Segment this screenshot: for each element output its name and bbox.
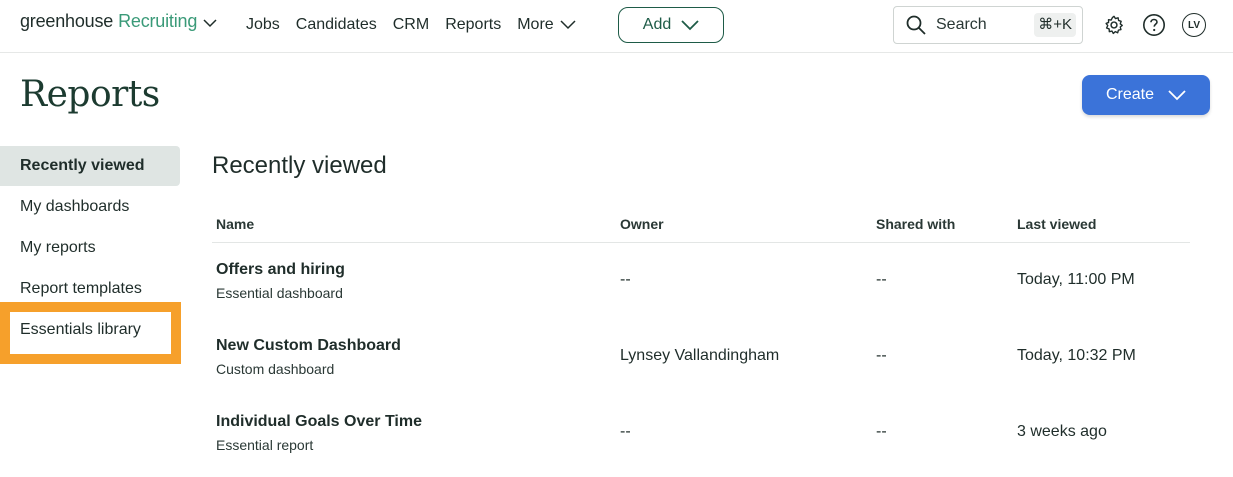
row-shared-with: -- [876, 347, 887, 364]
column-header-shared-with[interactable]: Shared with [876, 216, 955, 232]
search-input[interactable]: Search ⌘+K [893, 6, 1083, 44]
top-navigation: greenhouse Recruiting Jobs Candidates CR… [0, 0, 1233, 53]
row-name-link[interactable]: Individual Goals Over Time [216, 413, 422, 431]
column-header-owner[interactable]: Owner [620, 216, 664, 232]
row-type: Essential dashboard [216, 285, 343, 301]
row-shared-with: -- [876, 423, 887, 440]
row-last-viewed: Today, 11:00 PM [1017, 271, 1135, 288]
chevron-down-icon [681, 19, 699, 30]
create-button[interactable]: Create [1082, 75, 1210, 115]
search-placeholder: Search [936, 16, 987, 33]
nav-link-reports[interactable]: Reports [445, 14, 501, 36]
row-name-link[interactable]: Offers and hiring [216, 261, 345, 279]
sidebar-item-my-reports[interactable]: My reports [0, 228, 180, 268]
search-shortcut: ⌘+K [1034, 13, 1076, 37]
create-button-label: Create [1105, 86, 1155, 103]
search-icon [906, 15, 926, 35]
sidebar-item-recently-viewed[interactable]: Recently viewed [0, 146, 180, 186]
row-owner: Lynsey Vallandingham [620, 347, 780, 364]
chevron-down-icon [560, 20, 576, 30]
highlight-box [0, 302, 181, 364]
sidebar-item-my-dashboards[interactable]: My dashboards [0, 187, 180, 227]
table-row[interactable]: Offers and hiring Essential dashboard --… [212, 243, 1190, 319]
column-header-name[interactable]: Name [216, 216, 254, 232]
nav-link-more[interactable]: More [517, 14, 576, 36]
nav-link-candidates[interactable]: Candidates [296, 14, 377, 36]
product-name: Recruiting [118, 11, 198, 31]
nav-link-jobs[interactable]: Jobs [246, 14, 280, 36]
help-button[interactable] [1142, 13, 1166, 37]
nav-link-crm[interactable]: CRM [393, 14, 429, 36]
table-row[interactable]: Individual Goals Over Time Essential rep… [212, 395, 1190, 471]
app-switcher[interactable]: greenhouse Recruiting [20, 11, 217, 32]
column-header-last-viewed[interactable]: Last viewed [1017, 216, 1096, 232]
main-nav-links: Jobs Candidates CRM Reports More [246, 14, 592, 36]
row-owner: -- [620, 271, 631, 288]
row-type: Custom dashboard [216, 361, 335, 377]
chevron-down-icon [1168, 89, 1186, 100]
user-avatar[interactable]: LV [1182, 13, 1206, 37]
section-title: Recently viewed [212, 152, 387, 179]
row-last-viewed: 3 weeks ago [1017, 423, 1107, 440]
row-owner: -- [620, 423, 631, 440]
row-name-link[interactable]: New Custom Dashboard [216, 337, 401, 355]
nav-link-more-label: More [517, 16, 554, 33]
row-last-viewed: Today, 10:32 PM [1017, 347, 1136, 364]
chevron-down-icon [203, 18, 217, 27]
brand-name: greenhouse [20, 11, 114, 31]
add-button-label: Add [642, 16, 672, 33]
table-header: Name Owner Shared with Last viewed [212, 214, 1190, 243]
help-icon [1143, 14, 1165, 36]
row-shared-with: -- [876, 271, 887, 288]
row-type: Essential report [216, 437, 314, 453]
settings-button[interactable] [1102, 13, 1126, 37]
table-row[interactable]: New Custom Dashboard Custom dashboard Ly… [212, 319, 1190, 395]
gear-icon [1105, 15, 1123, 35]
page-title: Reports [20, 74, 160, 115]
add-button[interactable]: Add [618, 7, 724, 43]
